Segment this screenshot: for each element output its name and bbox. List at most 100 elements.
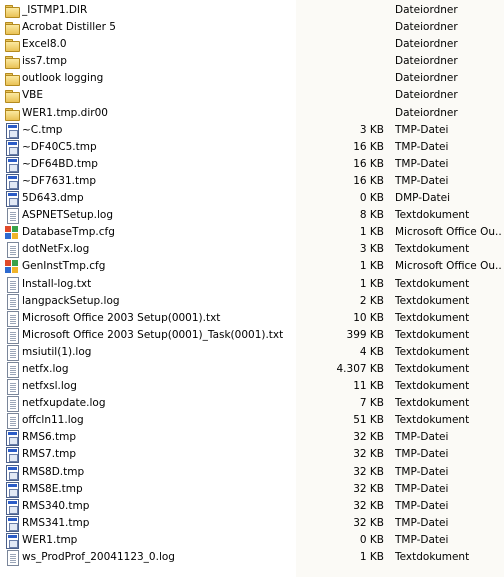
- file-name[interactable]: RMS8D.tmp: [22, 464, 294, 481]
- file-row[interactable]: WER1.tmp.dir00 Dateiordner: [0, 105, 504, 122]
- folder-icon: [4, 88, 20, 104]
- file-name[interactable]: ~DF7631.tmp: [22, 173, 294, 190]
- file-name[interactable]: dotNetFx.log: [22, 241, 294, 258]
- file-row[interactable]: RMS340.tmp 32 KB TMP-Datei: [0, 498, 504, 515]
- file-type: Textdokument: [395, 277, 470, 290]
- file-size: 32 KB: [353, 465, 384, 478]
- file-type: Textdokument: [395, 311, 470, 324]
- file-size: 10 KB: [353, 311, 384, 324]
- file-name[interactable]: GenInstTmp.cfg: [22, 258, 294, 275]
- file-type: Microsoft Office Ou...: [395, 260, 501, 273]
- file-name[interactable]: Acrobat Distiller 5: [22, 19, 294, 36]
- folder-icon: [4, 54, 20, 70]
- file-type: Dateiordner: [395, 72, 458, 85]
- file-size: 16 KB: [353, 157, 384, 170]
- file-row[interactable]: WER1.tmp 0 KB TMP-Datei: [0, 532, 504, 549]
- file-row[interactable]: offcln11.log 51 KB Textdokument: [0, 412, 504, 430]
- file-row[interactable]: netfx.log 4.307 KB Textdokument: [0, 361, 504, 378]
- file-row[interactable]: Install-log.txt 1 KB Textdokument: [0, 276, 504, 293]
- file-name[interactable]: RMS6.tmp: [22, 429, 294, 446]
- file-name[interactable]: WER1.tmp.dir00: [22, 105, 294, 122]
- file-row[interactable]: Microsoft Office 2003 Setup(0001).txt 10 …: [0, 310, 504, 327]
- file-name[interactable]: msiutil(1).log: [22, 344, 294, 361]
- office-config-icon: [4, 225, 20, 240]
- file-row[interactable]: langpackSetup.log 2 KB Textdokument: [0, 293, 504, 310]
- file-type: Textdokument: [395, 294, 470, 307]
- file-name[interactable]: Install-log.txt: [22, 276, 294, 293]
- file-name[interactable]: RMS7.tmp: [22, 446, 294, 463]
- file-name[interactable]: netfxupdate.log: [22, 395, 294, 412]
- file-type: TMP-Datei: [395, 448, 449, 461]
- file-name[interactable]: 5D643.dmp: [22, 190, 294, 207]
- file-row[interactable]: ~C.tmp 3 KB TMP-Datei: [0, 122, 504, 139]
- file-size: 32 KB: [353, 499, 384, 512]
- file-size: 3 KB: [359, 243, 384, 256]
- file-name[interactable]: Microsoft Office 2003 Setup(0001).txt: [22, 310, 294, 327]
- file-row[interactable]: 5D643.dmp 0 KB DMP-Datei: [0, 190, 504, 208]
- file-size: 0 KB: [359, 533, 384, 546]
- file-name[interactable]: netfxsl.log: [22, 378, 294, 395]
- file-row[interactable]: RMS341.tmp 32 KB TMP-Datei: [0, 515, 504, 532]
- file-name[interactable]: RMS340.tmp: [22, 498, 294, 515]
- text-document-icon: [4, 361, 20, 378]
- file-name[interactable]: iss7.tmp: [22, 53, 294, 70]
- file-name[interactable]: Microsoft Office 2003 Setup(0001)_Task(0…: [22, 327, 294, 344]
- file-size: 1 KB: [359, 260, 384, 273]
- file-row[interactable]: GenInstTmp.cfg 1 KB Microsoft Office Ou...: [0, 258, 504, 275]
- tmp-file-icon: [4, 481, 20, 498]
- file-type: TMP-Datei: [395, 140, 449, 153]
- file-row[interactable]: Microsoft Office 2003 Setup(0001)_Task(0…: [0, 327, 504, 344]
- file-name[interactable]: ASPNETSetup.log: [22, 207, 294, 224]
- file-row[interactable]: RMS8D.tmp 32 KB TMP-Datei: [0, 464, 504, 481]
- file-row[interactable]: ~DF64BD.tmp 16 KB TMP-Datei: [0, 156, 504, 173]
- file-size: 1 KB: [359, 551, 384, 563]
- file-row[interactable]: dotNetFx.log 3 KB Textdokument: [0, 241, 504, 259]
- file-size: 32 KB: [353, 482, 384, 495]
- file-name[interactable]: outlook logging: [22, 70, 294, 87]
- file-name[interactable]: ~DF40C5.tmp: [22, 139, 294, 156]
- file-name[interactable]: _ISTMP1.DIR: [22, 2, 294, 19]
- file-type: Textdokument: [395, 551, 470, 563]
- file-row[interactable]: RMS8E.tmp 32 KB TMP-Datei: [0, 481, 504, 498]
- file-name[interactable]: offcln11.log: [22, 412, 294, 429]
- file-size: 51 KB: [353, 414, 384, 427]
- file-row[interactable]: ~DF40C5.tmp 16 KB TMP-Datei: [0, 139, 504, 156]
- tmp-file-icon: [4, 498, 20, 515]
- file-row[interactable]: iss7.tmp Dateiordner: [0, 53, 504, 70]
- file-row[interactable]: ASPNETSetup.log 8 KB Textdokument: [0, 207, 504, 225]
- tmp-file-icon: [4, 447, 20, 464]
- file-name[interactable]: ws_ProdProf_20041123_0.log: [22, 549, 294, 566]
- file-row[interactable]: VBE Dateiordner: [0, 87, 504, 104]
- file-row[interactable]: netfxupdate.log 7 KB Textdokument: [0, 395, 504, 413]
- file-type: TMP-Datei: [395, 499, 449, 512]
- file-name[interactable]: VBE: [22, 87, 294, 104]
- file-type: Dateiordner: [395, 38, 458, 51]
- file-size: 1 KB: [359, 226, 384, 239]
- file-row[interactable]: ws_ProdProf_20041123_0.log 1 KB Textdokume…: [0, 549, 504, 566]
- file-row[interactable]: ~DF7631.tmp 16 KB TMP-Datei: [0, 173, 504, 190]
- file-name[interactable]: ~C.tmp: [22, 122, 294, 139]
- file-size: 16 KB: [353, 174, 384, 187]
- file-name[interactable]: RMS8E.tmp: [22, 481, 294, 498]
- file-name[interactable]: Excel8.0: [22, 36, 294, 53]
- file-size: 1 KB: [359, 277, 384, 290]
- file-row[interactable]: RMS6.tmp 32 KB TMP-Datei: [0, 429, 504, 447]
- file-type: Textdokument: [395, 414, 470, 427]
- file-name[interactable]: WER1.tmp: [22, 532, 294, 549]
- file-row[interactable]: RMS7.tmp 32 KB TMP-Datei: [0, 446, 504, 464]
- tmp-file-icon: [4, 430, 20, 447]
- file-row[interactable]: netfxsl.log 11 KB Textdokument: [0, 378, 504, 396]
- file-row[interactable]: Excel8.0 Dateiordner: [0, 36, 504, 53]
- file-name[interactable]: RMS341.tmp: [22, 515, 294, 532]
- tmp-file-icon: [4, 515, 20, 532]
- file-row[interactable]: msiutil(1).log 4 KB Textdokument: [0, 344, 504, 361]
- file-type: Dateiordner: [395, 21, 458, 34]
- file-name[interactable]: DatabaseTmp.cfg: [22, 224, 294, 241]
- file-row[interactable]: _ISTMP1.DIR Dateiordner: [0, 2, 504, 19]
- file-name[interactable]: ~DF64BD.tmp: [22, 156, 294, 173]
- file-row[interactable]: Acrobat Distiller 5 Dateiordner: [0, 19, 504, 36]
- file-name[interactable]: langpackSetup.log: [22, 293, 294, 310]
- file-row[interactable]: outlook logging Dateiordner: [0, 70, 504, 87]
- file-name[interactable]: netfx.log: [22, 361, 294, 378]
- file-row[interactable]: DatabaseTmp.cfg 1 KB Microsoft Office Ou..…: [0, 224, 504, 241]
